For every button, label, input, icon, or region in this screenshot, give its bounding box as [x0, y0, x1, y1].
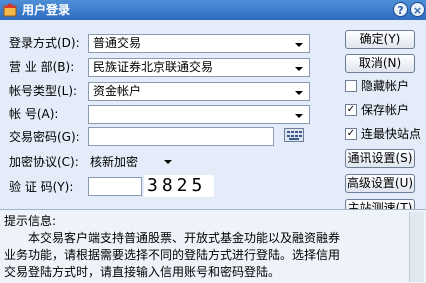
- login-mode-select[interactable]: 普通交易: [88, 34, 310, 53]
- save-account-checkbox[interactable]: ✓: [345, 104, 357, 116]
- account-type-value: 资金帐户: [93, 84, 142, 98]
- hide-account-label: 隐藏帐户: [361, 79, 410, 93]
- save-account-label: 保存帐户: [361, 103, 410, 117]
- hide-account-checkbox[interactable]: [345, 80, 357, 92]
- window-title: 用户登录: [22, 3, 71, 17]
- chevron-down-icon[interactable]: [164, 160, 172, 164]
- encryption-select[interactable]: 核新加密: [90, 154, 138, 170]
- help-button[interactable]: ?: [393, 2, 408, 17]
- branch-value: 民族证券北京联通交易: [93, 60, 214, 74]
- advanced-settings-button[interactable]: 高级设置(U): [345, 174, 415, 193]
- password-input[interactable]: [88, 127, 274, 146]
- keyboard-icon[interactable]: [284, 128, 304, 142]
- login-mode-value: 普通交易: [93, 36, 142, 50]
- close-button[interactable]: ×: [410, 2, 425, 17]
- branch-label: 营 业 部(B):: [9, 60, 75, 74]
- captcha-input[interactable]: [88, 177, 142, 196]
- comm-settings-button[interactable]: 通讯设置(S): [345, 149, 415, 168]
- fastest-site-label: 连最快站点: [361, 127, 422, 141]
- fastest-site-checkbox[interactable]: ✓: [345, 128, 357, 140]
- app-icon: [3, 3, 17, 17]
- chevron-down-icon: [295, 67, 303, 71]
- login-dialog: 用户登录 ? × 登录方式(D): 普通交易 营 业 部(B): 民族证券北京联…: [0, 0, 426, 283]
- cancel-button[interactable]: 取消(N): [345, 54, 415, 73]
- account-input[interactable]: [88, 105, 310, 124]
- chevron-down-icon: [295, 43, 303, 47]
- tip-panel: 提示信息: 本交易客户端支持普通股票、开放式基金功能以及融资融券业务功能，请根据…: [0, 209, 426, 283]
- captcha-label: 验 证 码(Y):: [9, 180, 74, 194]
- login-mode-label: 登录方式(D):: [9, 36, 80, 50]
- ok-button[interactable]: 确定(Y): [345, 30, 415, 49]
- chevron-down-icon: [295, 91, 303, 95]
- password-label: 交易密码(G):: [9, 130, 80, 144]
- encryption-label: 加密协议(C):: [9, 155, 79, 169]
- account-label: 帐 号(A):: [9, 107, 59, 121]
- tip-heading: 提示信息:: [4, 214, 57, 228]
- captcha-image[interactable]: 3825: [144, 175, 214, 197]
- tip-text: 本交易客户端支持普通股票、开放式基金功能以及融资融券业务功能，请根据需要选择不同…: [4, 231, 341, 279]
- chevron-down-icon: [295, 114, 303, 118]
- tip-scrollbar[interactable]: [409, 212, 424, 282]
- account-type-select[interactable]: 资金帐户: [88, 82, 310, 101]
- title-bar: 用户登录 ? ×: [0, 0, 426, 20]
- branch-select[interactable]: 民族证券北京联通交易: [88, 58, 310, 77]
- account-type-label: 帐号类型(L):: [9, 84, 78, 98]
